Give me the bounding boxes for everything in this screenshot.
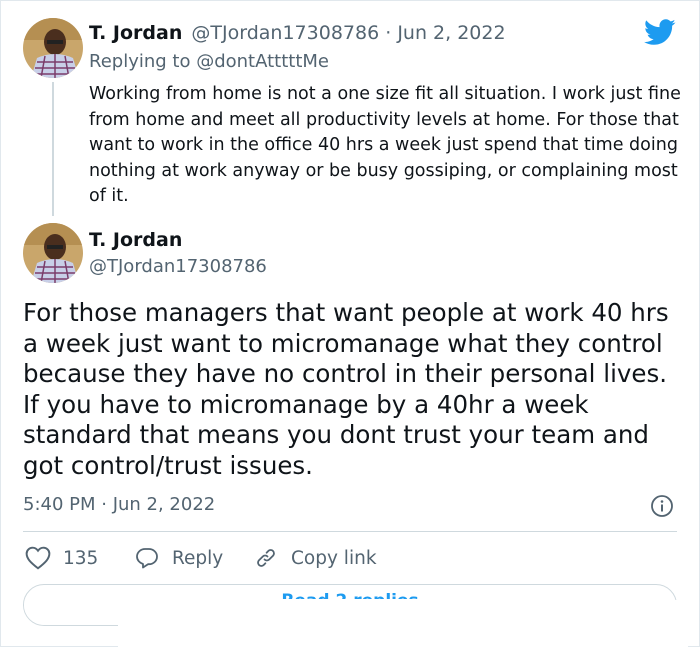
reply-bubble-icon (136, 548, 158, 569)
thread-line (52, 82, 54, 216)
crop-mask (118, 600, 688, 647)
avatar[interactable] (23, 223, 83, 283)
avatar[interactable] (23, 18, 83, 78)
like-button[interactable]: 135 (25, 543, 98, 573)
author-name[interactable]: T. Jordan (89, 229, 182, 251)
heart-icon (25, 546, 51, 570)
link-icon (257, 549, 275, 567)
info-icon[interactable] (650, 494, 674, 522)
main-tweet-text: For those managers that want people at w… (23, 298, 669, 480)
copy-link-button[interactable]: Copy link (253, 543, 377, 573)
reply-label: Reply (172, 547, 224, 569)
tweet-date[interactable]: Jun 2, 2022 (397, 22, 505, 44)
copy-link-label: Copy link (291, 547, 377, 569)
author-handle[interactable]: @TJordan17308786 (191, 22, 379, 44)
author-name[interactable]: T. Jordan (89, 22, 182, 44)
separator: · (385, 22, 392, 44)
twitter-bird-icon[interactable] (644, 19, 676, 50)
reply-header: T. Jordan @TJordan17308786 · Jun 2, 2022 (89, 22, 506, 44)
author-handle[interactable]: @TJordan17308786 (89, 256, 267, 277)
tweet-timestamp[interactable]: 5:40 PM · Jun 2, 2022 (23, 494, 215, 515)
replying-to[interactable]: Replying to @dontAtttttMe (89, 51, 329, 72)
reply-button[interactable]: Reply (134, 543, 223, 573)
like-count: 135 (63, 547, 99, 569)
reply-tweet-text: Working from home is not a one size fit … (89, 84, 681, 206)
divider (23, 531, 677, 532)
